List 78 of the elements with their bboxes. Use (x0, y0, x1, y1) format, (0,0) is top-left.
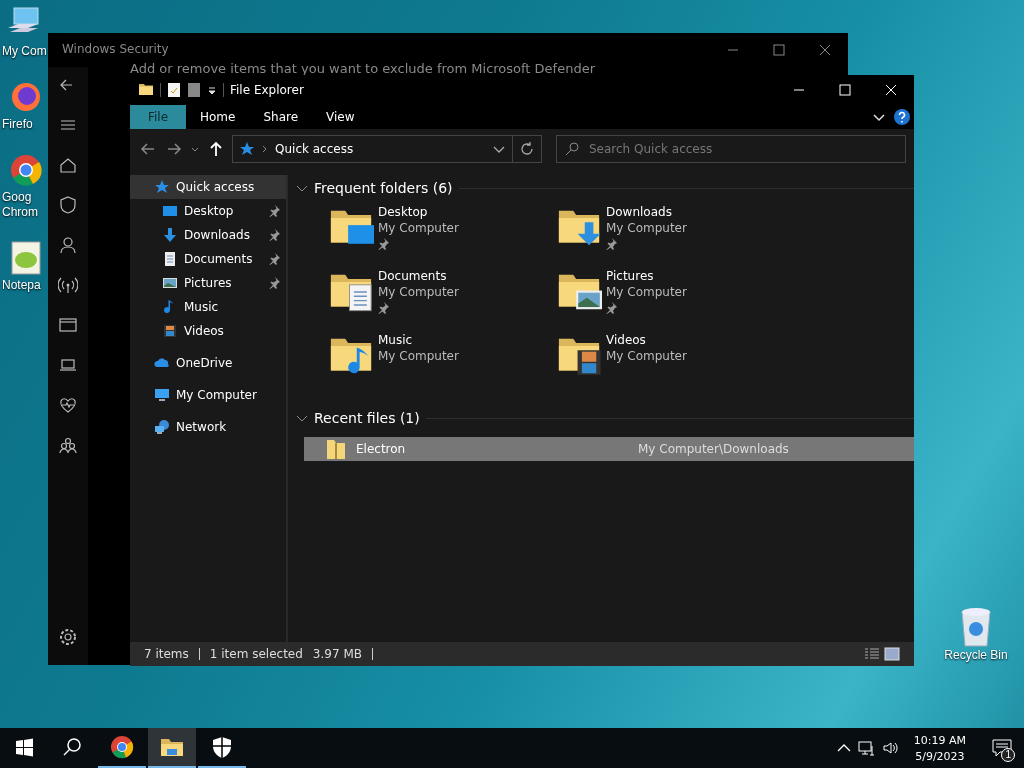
nav-item[interactable]: Quick access (130, 175, 286, 199)
section-heading[interactable]: Recent files (1) (314, 410, 420, 426)
folder-location: My Computer (378, 349, 459, 363)
wireless-signal-icon[interactable] (58, 275, 78, 295)
folder-name[interactable]: Pictures (606, 269, 687, 283)
selection-size: 3.97 MB (312, 647, 362, 661)
person-icon[interactable] (58, 235, 78, 255)
selection-count: 1 item selected (209, 647, 303, 661)
people-icon[interactable] (58, 435, 78, 455)
address-bar[interactable]: Quick access (232, 135, 542, 163)
desktop-icon-label[interactable]: Notepa (0, 278, 48, 293)
network-icon[interactable] (857, 740, 876, 756)
ribbon-tab[interactable]: File (130, 105, 186, 129)
folder-tile-text[interactable]: Music My Computer (378, 333, 459, 363)
file-name: Electron (356, 442, 407, 456)
notification-button[interactable]: 1 (980, 728, 1024, 768)
folder-location: My Computer (606, 349, 687, 363)
folder-icon (138, 82, 154, 98)
nav-item[interactable]: OneDrive (130, 351, 286, 375)
taskbar-app-button[interactable] (148, 728, 196, 768)
refresh-icon[interactable] (519, 141, 535, 157)
folder-tile-text[interactable]: Videos My Computer (606, 333, 687, 363)
folder-location: My Computer (606, 221, 687, 235)
message-icon (992, 739, 1012, 757)
nav-item[interactable]: Network (130, 415, 286, 439)
search-icon (564, 141, 580, 157)
folder-name[interactable]: Downloads (606, 205, 687, 219)
desktop-icon-label[interactable]: My Com (0, 44, 48, 59)
nav-item[interactable]: My Computer (130, 383, 286, 407)
zip-folder-icon (326, 438, 346, 460)
shield-icon (210, 735, 234, 759)
item-count: 7 items (144, 647, 189, 661)
nav-item[interactable]: Music (130, 295, 286, 319)
settings-icon[interactable] (58, 627, 78, 647)
window-title: File Explorer (230, 83, 305, 97)
heart-pulse-icon[interactable] (58, 395, 78, 415)
folder-location: My Computer (378, 221, 459, 235)
picture-icon (162, 275, 178, 291)
folder-name[interactable]: Music (378, 333, 459, 347)
shield-icon[interactable] (58, 195, 78, 215)
computer-icon (154, 387, 170, 403)
document-icon (162, 251, 178, 267)
help-icon[interactable] (893, 108, 911, 126)
window-title: Windows Security (62, 42, 169, 56)
film-icon (162, 323, 178, 339)
folder-name[interactable]: Desktop (378, 205, 459, 219)
file-row[interactable]: Electron My Computer\Downloads (304, 437, 914, 461)
folder-name[interactable]: Documents (378, 269, 459, 283)
nav-item[interactable]: Downloads (130, 223, 286, 247)
folder-location: My Computer (378, 285, 459, 299)
nav-item[interactable]: Documents (130, 247, 286, 271)
page-subtitle: Add or remove items that you want to exclude from Microsoft Defender (130, 61, 596, 76)
folder-location: My Computer (606, 285, 687, 299)
star-icon (239, 141, 255, 157)
desktop-icon-label[interactable]: Firefo (0, 117, 48, 132)
properties-icon[interactable] (167, 82, 181, 98)
folder-name[interactable]: Videos (606, 333, 687, 347)
nav-item[interactable]: Videos (130, 319, 286, 343)
browser-window-icon[interactable] (58, 315, 78, 335)
desktop-icon-label[interactable]: Goog Chrom (0, 190, 48, 220)
details-view-icon[interactable] (864, 647, 880, 661)
file-path: My Computer\Downloads (638, 442, 789, 456)
network-icon (154, 419, 170, 435)
download-arrow-icon (162, 227, 178, 243)
ribbon-tab[interactable]: Share (249, 105, 313, 129)
nav-item[interactable]: Desktop (130, 199, 286, 223)
search-field[interactable]: Search Quick access (556, 135, 906, 163)
clock[interactable]: 10:19 AM 5/9/2023 (905, 733, 974, 763)
ribbon-tab[interactable]: Home (186, 105, 250, 129)
ribbon-tab[interactable]: View (312, 105, 369, 129)
speaker-icon[interactable] (881, 740, 900, 756)
browser-logo-icon (110, 735, 134, 759)
section-heading[interactable]: Frequent folders (6) (314, 180, 453, 196)
notification-count: 1 (1001, 748, 1015, 762)
nav-item[interactable]: Pictures (130, 271, 286, 295)
monitor-icon (162, 203, 178, 219)
star-icon (154, 179, 170, 195)
address-text[interactable]: Quick access (275, 142, 486, 156)
